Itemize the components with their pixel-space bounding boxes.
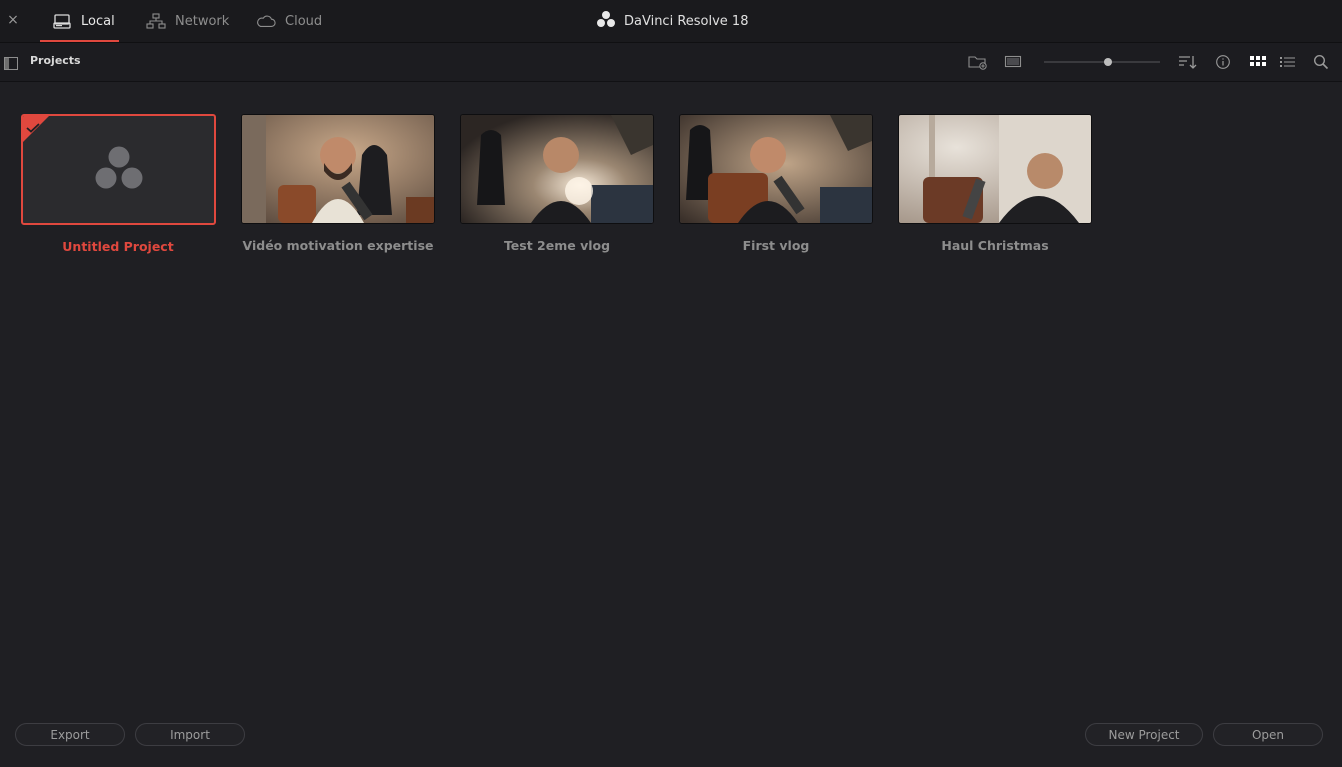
monitor-icon[interactable] <box>1003 53 1023 71</box>
project-card[interactable]: Test 2eme vlog <box>460 114 654 253</box>
davinci-placeholder-icon <box>94 145 144 195</box>
new-project-button[interactable]: New Project <box>1085 723 1203 746</box>
slider-thumb[interactable] <box>1103 58 1112 66</box>
project-card[interactable]: Vidéo motivation expertise <box>241 114 435 253</box>
panel-toggle-icon[interactable] <box>4 55 18 70</box>
cloud-icon <box>256 13 276 29</box>
network-icon <box>146 13 166 29</box>
local-drive-icon <box>52 13 72 29</box>
tab-local[interactable]: Local <box>40 0 119 42</box>
davinci-logo-icon <box>596 10 616 32</box>
checkmark-icon <box>26 118 40 137</box>
tab-cloud[interactable]: Cloud <box>256 0 322 42</box>
title-bar: × Local Network Cloud DaVinci Resolve 18 <box>0 0 1342 43</box>
project-name: Untitled Project <box>62 239 174 254</box>
project-thumbnail[interactable] <box>460 114 654 224</box>
project-thumbnail[interactable] <box>241 114 435 224</box>
project-thumbnail[interactable] <box>898 114 1092 224</box>
tab-local-label: Local <box>81 13 115 29</box>
grid-view-icon[interactable] <box>1248 53 1268 71</box>
close-icon[interactable]: × <box>6 11 20 29</box>
tab-cloud-label: Cloud <box>285 13 323 29</box>
project-card[interactable]: Untitled Project <box>21 114 216 254</box>
toolbar-title: Projects <box>30 54 81 67</box>
project-thumbnail[interactable] <box>679 114 873 224</box>
sort-icon[interactable] <box>1178 53 1198 71</box>
tab-network[interactable]: Network <box>146 0 229 42</box>
export-button[interactable]: Export <box>15 723 125 746</box>
info-icon[interactable] <box>1213 53 1233 71</box>
new-folder-icon[interactable] <box>968 53 988 71</box>
open-button[interactable]: Open <box>1213 723 1323 746</box>
project-name: Test 2eme vlog <box>503 238 611 253</box>
project-name: First vlog <box>742 238 810 253</box>
search-icon[interactable] <box>1311 53 1331 71</box>
list-view-icon[interactable] <box>1278 53 1298 71</box>
app-title: DaVinci Resolve 18 <box>596 0 748 42</box>
project-name: Haul Christmas <box>941 238 1049 253</box>
thumbnail-size-slider[interactable] <box>1044 58 1160 66</box>
project-thumbnail[interactable] <box>21 114 216 225</box>
project-card[interactable]: Haul Christmas <box>898 114 1092 253</box>
project-card[interactable]: First vlog <box>679 114 873 253</box>
import-button[interactable]: Import <box>135 723 245 746</box>
app-title-text: DaVinci Resolve 18 <box>624 13 749 29</box>
projects-toolbar: Projects <box>0 43 1342 82</box>
tab-network-label: Network <box>175 13 230 29</box>
project-name: Vidéo motivation expertise <box>242 238 434 253</box>
